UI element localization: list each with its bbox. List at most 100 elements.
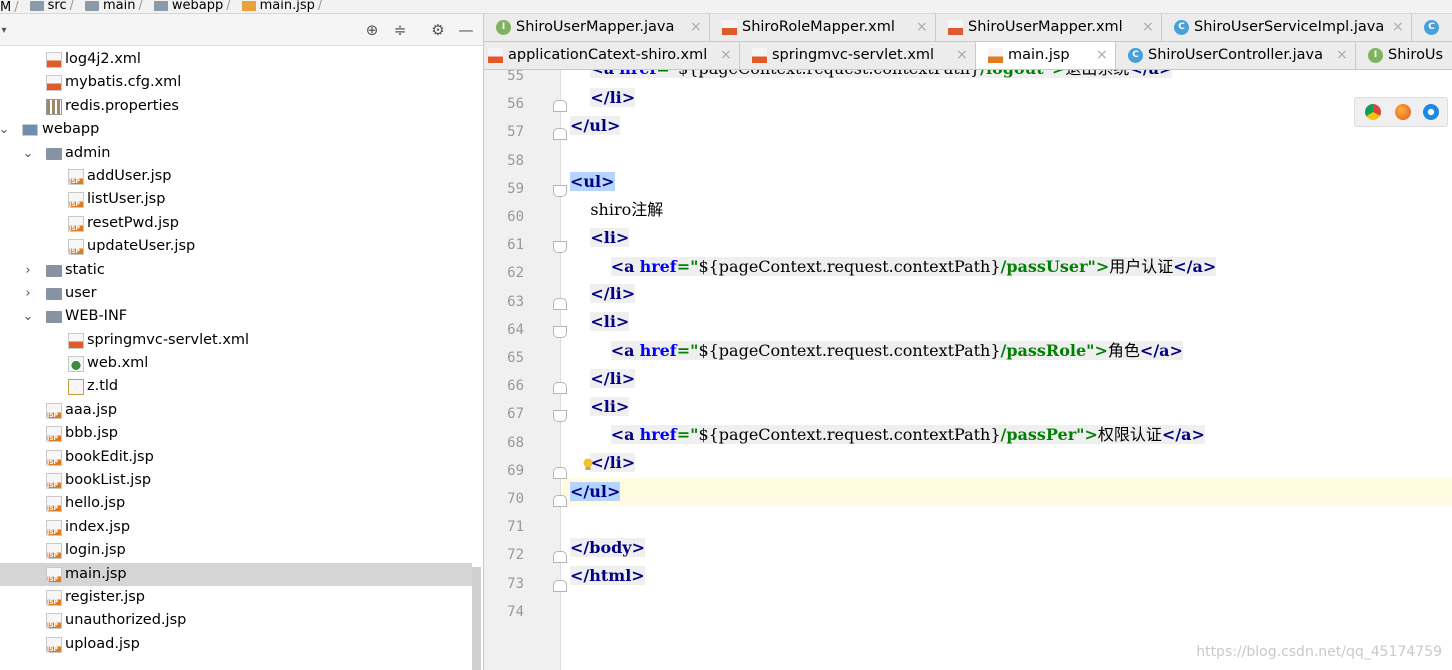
editor-tab[interactable]: C ShiroUserController.java × [1116,42,1356,69]
tree-item[interactable]: main.jsp [0,562,472,586]
fold-marker-icon[interactable] [553,382,567,395]
chevron-down-icon[interactable]: ⌄ [0,118,10,141]
safari-icon[interactable] [1423,104,1439,120]
chevron-right-icon[interactable]: › [22,259,34,282]
breadcrumb-item[interactable]: webapp / [153,0,236,12]
class-icon: C [1424,20,1439,35]
breadcrumb-item[interactable]: main / [84,0,148,13]
close-icon[interactable]: × [1392,14,1404,41]
tree-item[interactable]: bookList.jsp [0,469,472,492]
line-number: 65 [507,350,524,366]
collapse-all-icon[interactable]: ≑ [390,20,410,40]
code-editor[interactable]: 55 56 57 58 59 60 61 62 63 64 65 66 67 68 69 70 71 72 73 74… [484,70,1452,670]
tree-item[interactable]: › user [0,282,472,305]
tree-item[interactable]: mybatis.cfg.xml [0,71,472,94]
fold-marker-icon[interactable] [553,579,567,592]
lightbulb-icon[interactable] [582,458,594,472]
tree-item[interactable]: bbb.jsp [0,422,472,445]
editor-tab[interactable]: ShiroRoleMapper.xml × [710,14,936,41]
tree-item[interactable]: z.tld [0,375,472,398]
tree-item[interactable]: ⌄ WEB-INF [0,305,472,328]
fold-marker-icon[interactable] [553,128,567,141]
tree-item[interactable]: listUser.jsp [0,188,472,211]
close-icon[interactable]: × [720,42,732,69]
locate-file-icon[interactable]: ⊕ [362,20,382,40]
tree-item-label: login.jsp [65,542,126,559]
tree-item[interactable]: aaa.jsp [0,399,472,422]
view-dropdown-icon[interactable]: ▾ [0,20,14,40]
tree-item[interactable]: › static [0,259,472,282]
tree-item-label: static [65,261,105,278]
close-icon[interactable]: × [956,42,968,69]
tree-item[interactable]: updateUser.jsp [0,235,472,258]
line-number: 64 [507,321,524,338]
tree-item[interactable]: ⌄ admin [0,142,472,165]
fold-marker-icon[interactable] [553,551,567,564]
tree-item[interactable]: ⌄ webapp [0,118,472,141]
editor-tab-label: ShiroUserServiceImpl.java [1194,19,1385,35]
tree-item[interactable]: resetPwd.jsp [0,212,472,235]
breadcrumb-label: main [102,0,136,13]
jsp-file-icon [46,496,62,513]
tree-item[interactable]: register.jsp [0,586,472,609]
chrome-icon[interactable] [1365,104,1381,120]
tree-item[interactable]: hello.jsp [0,492,472,515]
code-line-61: <li> [590,228,630,247]
tree-item[interactable]: unauthorized.jsp [0,609,472,632]
chevron-right-icon[interactable]: › [22,282,34,305]
firefox-icon[interactable] [1395,104,1411,120]
gear-icon[interactable]: ⚙ [428,20,448,40]
fold-marker-icon[interactable] [553,466,567,479]
jsp-file-icon [988,48,1003,63]
breadcrumb-item[interactable]: src / [29,0,79,12]
editor-tab[interactable]: I ShiroUserMapper.java × [484,14,710,41]
tree-item-label: springmvc-servlet.xml [87,331,250,348]
fold-marker-icon[interactable] [553,184,567,197]
close-icon[interactable]: × [1096,42,1108,69]
tree-item[interactable]: log4j2.xml [0,48,472,71]
xml-file-icon [948,20,963,35]
editor-tab-label: applicationCatext-shiro.xml [508,47,708,63]
project-scrollbar[interactable] [472,567,481,670]
project-toolbar: ▾ ⊕ ≑ ⚙ — [0,14,483,46]
fold-marker-icon[interactable] [553,100,567,113]
close-icon[interactable]: × [1336,42,1348,69]
editor-tab[interactable]: main.jsp × [976,42,1116,69]
breadcrumb-separator: / [138,0,143,13]
breadcrumb-label: M [0,0,12,14]
close-icon[interactable]: × [690,14,702,41]
editor-tab[interactable]: ShiroUserMapper.xml × [936,14,1162,41]
tree-item-label: upload.jsp [65,635,140,652]
tree-item-label: register.jsp [65,588,145,605]
hide-panel-icon[interactable]: — [456,20,476,40]
breadcrumb-item[interactable]: main.jsp / [241,0,328,12]
editor-tab[interactable]: applicationCatext-shiro.xml × [484,42,740,69]
breadcrumb: M / src / main / webapp / main.jsp / [0,0,1452,14]
tree-item[interactable]: index.jsp [0,516,472,539]
chevron-down-icon[interactable]: ⌄ [22,305,34,328]
editor-tab[interactable]: springmvc-servlet.xml × [740,42,976,69]
fold-marker-icon[interactable] [553,410,567,423]
close-icon[interactable]: × [916,14,928,41]
fold-marker-icon[interactable] [553,495,567,507]
tree-item[interactable]: redis.properties [0,95,472,118]
fold-marker-icon[interactable] [553,241,567,254]
chevron-down-icon[interactable]: ⌄ [22,142,34,165]
editor-tab[interactable]: I ShiroUs [1356,42,1452,69]
tree-item-label: addUser.jsp [87,167,172,184]
tree-item[interactable]: bookEdit.jsp [0,446,472,469]
project-panel: ▾ ⊕ ≑ ⚙ — log4j2.xml mybatis.cfg.xml redis… [0,14,484,670]
close-icon[interactable]: × [1142,14,1154,41]
tree-item[interactable]: springmvc-servlet.xml [0,329,472,352]
fold-marker-icon[interactable] [553,297,567,310]
folder-icon [46,311,62,324]
tree-item[interactable]: upload.jsp [0,633,472,656]
tree-item[interactable]: web.xml [0,352,472,375]
editor-tab[interactable]: C ShiroUserServiceImpl.java × [1162,14,1412,41]
tree-item[interactable]: login.jsp [0,539,472,562]
breadcrumb-item[interactable]: M / [0,0,24,14]
tree-item[interactable]: addUser.jsp [0,165,472,188]
editor-tab[interactable]: C [1412,14,1452,41]
fold-marker-icon[interactable] [553,325,567,338]
line-number: 63 [507,293,524,310]
